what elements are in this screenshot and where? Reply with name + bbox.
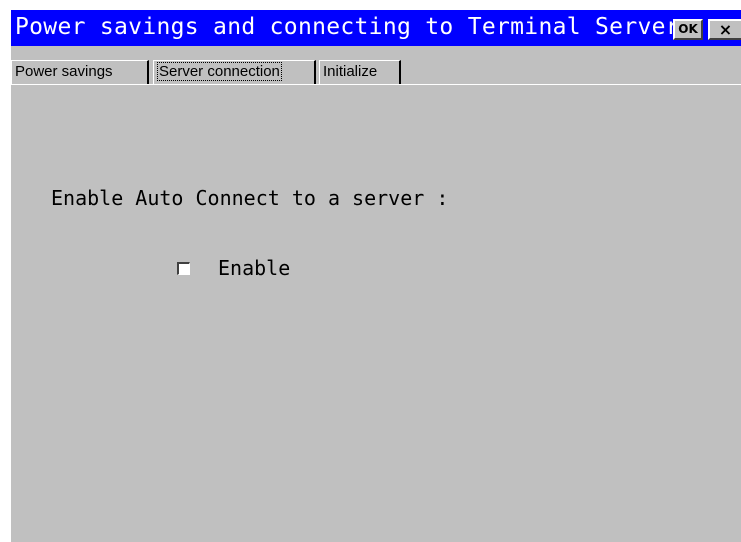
tab-label: Initialize <box>323 63 378 80</box>
tab-divider <box>11 84 741 85</box>
tab-server-connection[interactable]: Server connection <box>153 60 316 84</box>
settings-window: Power savings and connecting to Terminal… <box>11 10 741 542</box>
enable-checkbox[interactable] <box>177 262 190 275</box>
close-icon: × <box>718 20 733 39</box>
window-title: Power savings and connecting to Terminal… <box>15 14 680 40</box>
close-button[interactable]: × <box>708 19 741 40</box>
ok-button[interactable]: OK <box>673 19 703 40</box>
tab-initialize[interactable]: Initialize <box>319 60 401 84</box>
auto-connect-label: Enable Auto Connect to a server : <box>51 186 449 210</box>
tab-label: Power savings <box>15 63 113 80</box>
tab-label: Server connection <box>157 62 282 81</box>
enable-checkbox-label[interactable]: Enable <box>218 256 290 280</box>
tab-power-savings[interactable]: Power savings <box>11 60 149 84</box>
title-bar[interactable]: Power savings and connecting to Terminal… <box>11 10 741 46</box>
